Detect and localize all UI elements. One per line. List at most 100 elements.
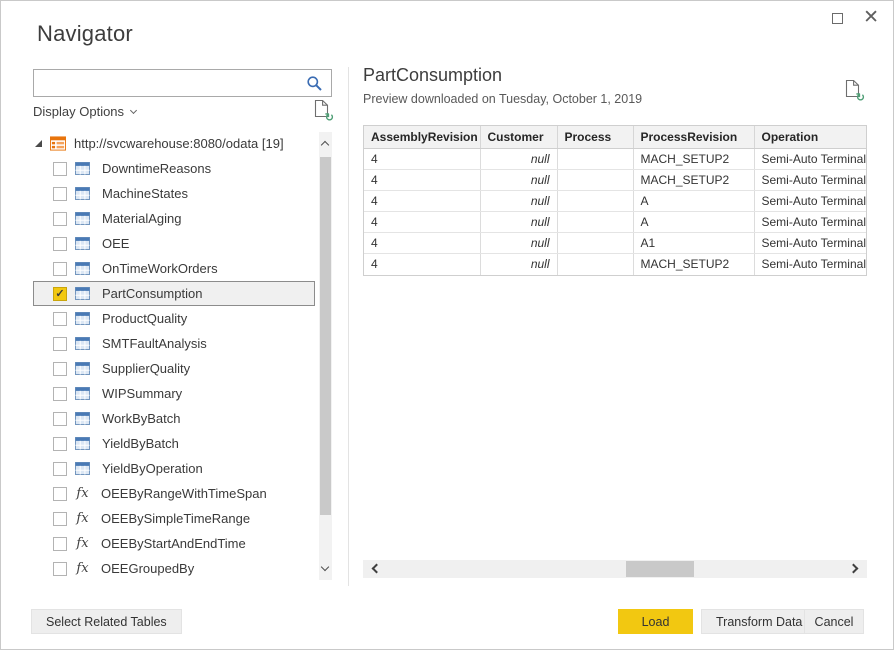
checkbox-unchecked[interactable] <box>53 187 67 201</box>
tree-item-oeegroupedby[interactable]: fxOEEGroupedBy <box>33 556 315 581</box>
tree-item-ontimeworkorders[interactable]: OnTimeWorkOrders <box>33 256 315 281</box>
table-cell <box>557 212 633 233</box>
tree-item-smtfaultanalysis[interactable]: SMTFaultAnalysis <box>33 331 315 356</box>
checkbox-unchecked[interactable] <box>53 462 67 476</box>
tree-item-yieldbyoperation[interactable]: YieldByOperation <box>33 456 315 481</box>
scroll-up-icon[interactable] <box>321 141 329 149</box>
display-options-dropdown[interactable]: Display Options <box>33 104 136 119</box>
tree-item-productquality[interactable]: ProductQuality <box>33 306 315 331</box>
table-cell <box>557 254 633 275</box>
tree-item-oeebysimpletimerange[interactable]: fxOEEBySimpleTimeRange <box>33 506 315 531</box>
table-cell: 4 <box>364 149 480 170</box>
checkbox-unchecked[interactable] <box>53 537 67 551</box>
tree-item-label: YieldByOperation <box>102 461 203 476</box>
tree-item-machinestates[interactable]: MachineStates <box>33 181 315 206</box>
table-icon <box>75 337 91 351</box>
checkbox-unchecked[interactable] <box>53 337 67 351</box>
tree-item-workbybatch[interactable]: WorkByBatch <box>33 406 315 431</box>
table-icon <box>75 387 91 401</box>
expand-collapse-icon[interactable] <box>35 140 42 147</box>
checkbox-unchecked[interactable] <box>53 162 67 176</box>
table-icon <box>75 212 91 226</box>
preview-horizontal-scrollbar[interactable] <box>363 560 867 578</box>
tree-item-label: OEEByRangeWithTimeSpan <box>101 486 267 501</box>
close-button[interactable]: ✕ <box>863 11 879 25</box>
tree-item-label: OEEGroupedBy <box>101 561 194 576</box>
table-cell: A1 <box>633 233 754 254</box>
tree-item-materialaging[interactable]: MaterialAging <box>33 206 315 231</box>
table-cell: null <box>480 212 557 233</box>
tree-vertical-scrollbar[interactable] <box>319 132 332 580</box>
function-icon: fx <box>75 511 90 526</box>
checkbox-unchecked[interactable] <box>53 387 67 401</box>
tree-item-label: WorkByBatch <box>102 411 181 426</box>
table-cell: MACH_SETUP2 <box>633 149 754 170</box>
select-related-tables-button[interactable]: Select Related Tables <box>31 609 182 634</box>
checkbox-unchecked[interactable] <box>53 437 67 451</box>
scroll-left-icon[interactable] <box>372 564 382 574</box>
refresh-arrows-icon: ↻ <box>856 91 865 104</box>
search-icon <box>306 75 326 92</box>
tree-item-wipsummary[interactable]: WIPSummary <box>33 381 315 406</box>
function-icon: fx <box>75 486 90 501</box>
column-header-assemblyrevision: AssemblyRevision <box>364 126 480 149</box>
checkbox-unchecked[interactable] <box>53 362 67 376</box>
refresh-list-icon[interactable]: ↻ <box>314 99 330 121</box>
table-icon <box>75 187 91 201</box>
tree-item-oee[interactable]: OEE <box>33 231 315 256</box>
checkbox-unchecked[interactable] <box>53 262 67 276</box>
tree-item-supplierquality[interactable]: SupplierQuality <box>33 356 315 381</box>
checkbox-checked[interactable]: ✓ <box>53 287 67 301</box>
checkbox-unchecked[interactable] <box>53 412 67 426</box>
tree-item-label: OnTimeWorkOrders <box>102 261 218 276</box>
checkbox-unchecked[interactable] <box>53 512 67 526</box>
tree-item-oeebyrangewithtimespan[interactable]: fx OEEByRangeWithTimeSpan <box>33 481 315 506</box>
table-cell: Semi-Auto Terminal .1 <box>754 149 867 170</box>
table-cell: null <box>480 191 557 212</box>
vertical-scrollbar-thumb[interactable] <box>320 157 331 515</box>
table-cell: 4 <box>364 254 480 275</box>
tree-item-oeebystartandendtime[interactable]: fxOEEByStartAndEndTime <box>33 531 315 556</box>
horizontal-scrollbar-thumb[interactable] <box>626 561 694 577</box>
table-icon <box>75 237 91 251</box>
tree-item-label: SMTFaultAnalysis <box>102 336 207 351</box>
scroll-down-icon[interactable] <box>321 563 329 571</box>
odata-feed-icon <box>50 137 66 151</box>
load-button[interactable]: Load <box>618 609 693 634</box>
table-cell: 4 <box>364 212 480 233</box>
tree-root-node[interactable]: http://svcwarehouse:8080/odata [19] <box>33 131 315 156</box>
window-controls: ✕ <box>832 11 879 25</box>
table-cell: Semi-Auto Terminal .1 <box>754 170 867 191</box>
search-input[interactable] <box>34 70 306 96</box>
tree-item-downtimereasons[interactable]: DowntimeReasons <box>33 156 315 181</box>
table-cell: null <box>480 233 557 254</box>
maximize-button[interactable] <box>832 13 843 24</box>
table-row: 4nullMACH_SETUP2Semi-Auto Terminal .1 <box>364 149 867 170</box>
transform-data-button[interactable]: Transform Data <box>701 609 817 634</box>
table-cell: 4 <box>364 233 480 254</box>
navigator-tree: http://svcwarehouse:8080/odata [19] Down… <box>33 131 315 581</box>
table-row: 4nullMACH_SETUP2Semi-Auto Terminal .1 <box>364 254 867 275</box>
checkbox-unchecked[interactable] <box>53 562 67 576</box>
scroll-right-icon[interactable] <box>849 564 859 574</box>
tree-item-label: OEEByStartAndEndTime <box>101 536 246 551</box>
cancel-button[interactable]: Cancel <box>804 609 864 634</box>
refresh-preview-icon[interactable]: ↻ <box>845 79 861 101</box>
column-header-processrevision: ProcessRevision <box>633 126 754 149</box>
tree-item-label: MaterialAging <box>102 211 182 226</box>
tree-item-partconsumption[interactable]: ✓PartConsumption <box>33 281 315 306</box>
checkbox-unchecked[interactable] <box>53 212 67 226</box>
table-cell: null <box>480 170 557 191</box>
chevron-down-icon <box>130 106 137 113</box>
checkbox-unchecked[interactable] <box>53 237 67 251</box>
tree-item-label: SupplierQuality <box>102 361 190 376</box>
tree-item-label: MachineStates <box>102 186 188 201</box>
tree-item-label: WIPSummary <box>102 386 182 401</box>
table-cell: 4 <box>364 191 480 212</box>
page-title: Navigator <box>37 21 133 47</box>
table-cell: MACH_SETUP2 <box>633 170 754 191</box>
column-header-process: Process <box>557 126 633 149</box>
tree-item-yieldbybatch[interactable]: YieldByBatch <box>33 431 315 456</box>
checkbox-unchecked[interactable] <box>53 312 67 326</box>
checkbox-unchecked[interactable] <box>53 487 67 501</box>
